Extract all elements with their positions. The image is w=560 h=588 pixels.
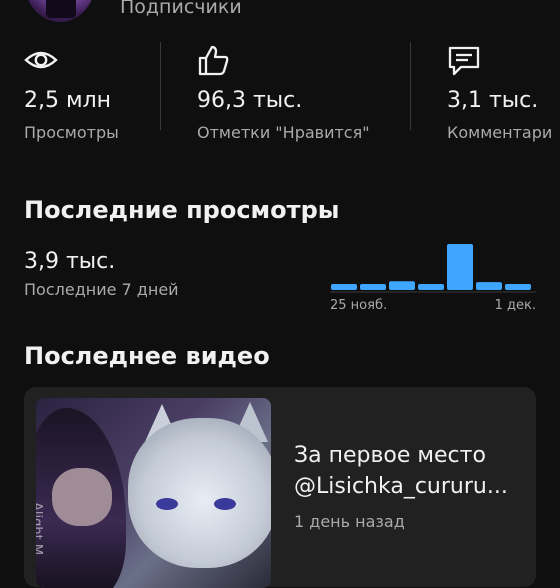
channel-avatar[interactable] [24,0,96,22]
eye-icon [24,51,58,69]
video-age: 1 день назад [294,512,405,531]
divider [410,42,411,130]
chart-bar [360,284,386,290]
video-title[interactable]: За первое место @Lisichka_cururu... [294,440,534,502]
comments-value: 3,1 тыс. [447,88,539,113]
recent-views-title: Последние просмотры [24,196,340,224]
chart-x-start-label: 25 нояб. [330,298,387,313]
recent-views-value: 3,9 тыс. [24,249,116,274]
likes-label: Отметки "Нравится" [197,123,370,142]
thumbnail-watermark: Alight M [36,502,44,555]
video-title-line-2: @Lisichka_cururu... [294,474,508,499]
chart-x-end-label: 1 дек. [495,298,536,313]
likes-value: 96,3 тыс. [197,88,303,113]
chart-bar [476,282,502,290]
chart-bar [447,244,473,290]
comment-icon [448,46,480,76]
chart-bar [418,284,444,290]
chart-bar [505,284,531,290]
divider [160,42,161,130]
chart-bar [389,281,415,290]
comments-label: Комментари [447,123,553,142]
chart-bars [331,244,531,290]
chart-bar [331,284,357,290]
recent-views-period: Последние 7 дней [24,280,179,299]
subscribers-label: Подписчики [120,0,242,18]
views-value: 2,5 млн [24,88,112,113]
video-title-line-1: За первое место [294,443,486,468]
thumbs-up-icon [198,45,229,76]
recent-views-chart[interactable]: 25 нояб. 1 дек. [330,240,536,316]
latest-video-title: Последнее видео [24,342,270,370]
views-label: Просмотры [24,123,119,142]
